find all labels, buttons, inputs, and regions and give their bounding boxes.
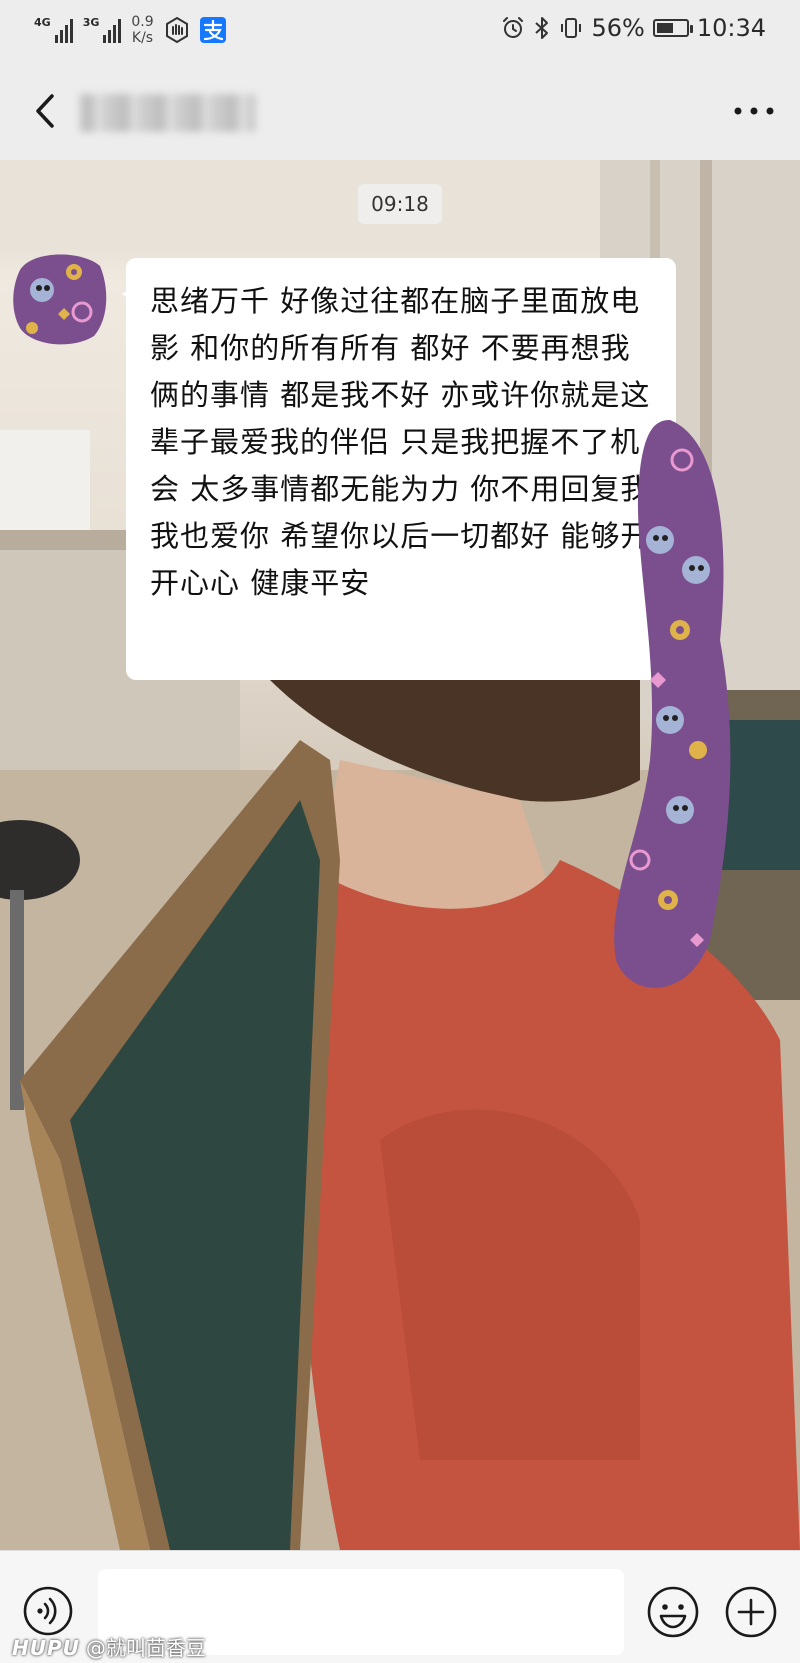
watermark: HUPU @就叫茴香豆 — [12, 1632, 206, 1661]
status-left: 4G 3G 0.9 K/s — [34, 14, 226, 46]
contact-name-redacted — [80, 94, 256, 132]
bluetooth-icon — [535, 17, 549, 39]
more-dots-icon[interactable] — [726, 86, 782, 136]
voice-icon[interactable] — [22, 1585, 74, 1637]
signal-2-tag: 3G — [82, 16, 100, 29]
chat-title-bar — [0, 64, 800, 160]
message-timestamp: 09:18 — [358, 184, 442, 224]
alarm-icon — [503, 17, 524, 38]
message-bubble[interactable]: 思绪万千 好像过往都在脑子里面放电影 和你的所有所有 都好 不要再想我俩的事情 … — [122, 258, 676, 680]
signal-icon: 4G — [34, 17, 73, 43]
chat-background: 09:18 思绪万千 好像过往都在脑子里面放电影 和你的所有所有 都好 不要再想… — [0, 160, 800, 1550]
alipay-icon — [199, 17, 226, 43]
clock: 10:34 — [696, 14, 766, 42]
battery-fill — [656, 23, 673, 33]
watermark-handle: @就叫茴香豆 — [85, 1636, 206, 1660]
signal-1-tag: 4G — [34, 16, 51, 29]
battery-icon — [652, 19, 693, 37]
network-speed-value: 0.9 — [131, 14, 154, 30]
battery-percent: 56% — [591, 14, 645, 42]
network-speed: 0.9 K/s — [131, 14, 153, 46]
sticker-icon — [614, 420, 731, 988]
signal-icon: 3G — [83, 17, 122, 43]
vibrate-icon — [561, 18, 582, 38]
status-right: 56% 10:34 — [501, 14, 766, 42]
hand-icon — [165, 17, 188, 43]
plus-icon[interactable] — [724, 1585, 778, 1639]
network-speed-unit: K/s — [131, 30, 154, 46]
watermark-brand: HUPU — [12, 1636, 80, 1660]
status-bar: 4G 3G 0.9 K/s 56% 10:34 — [0, 0, 800, 64]
emoji-icon[interactable] — [646, 1585, 700, 1639]
chevron-left-icon[interactable] — [22, 86, 72, 136]
sticker-icon — [13, 254, 107, 345]
